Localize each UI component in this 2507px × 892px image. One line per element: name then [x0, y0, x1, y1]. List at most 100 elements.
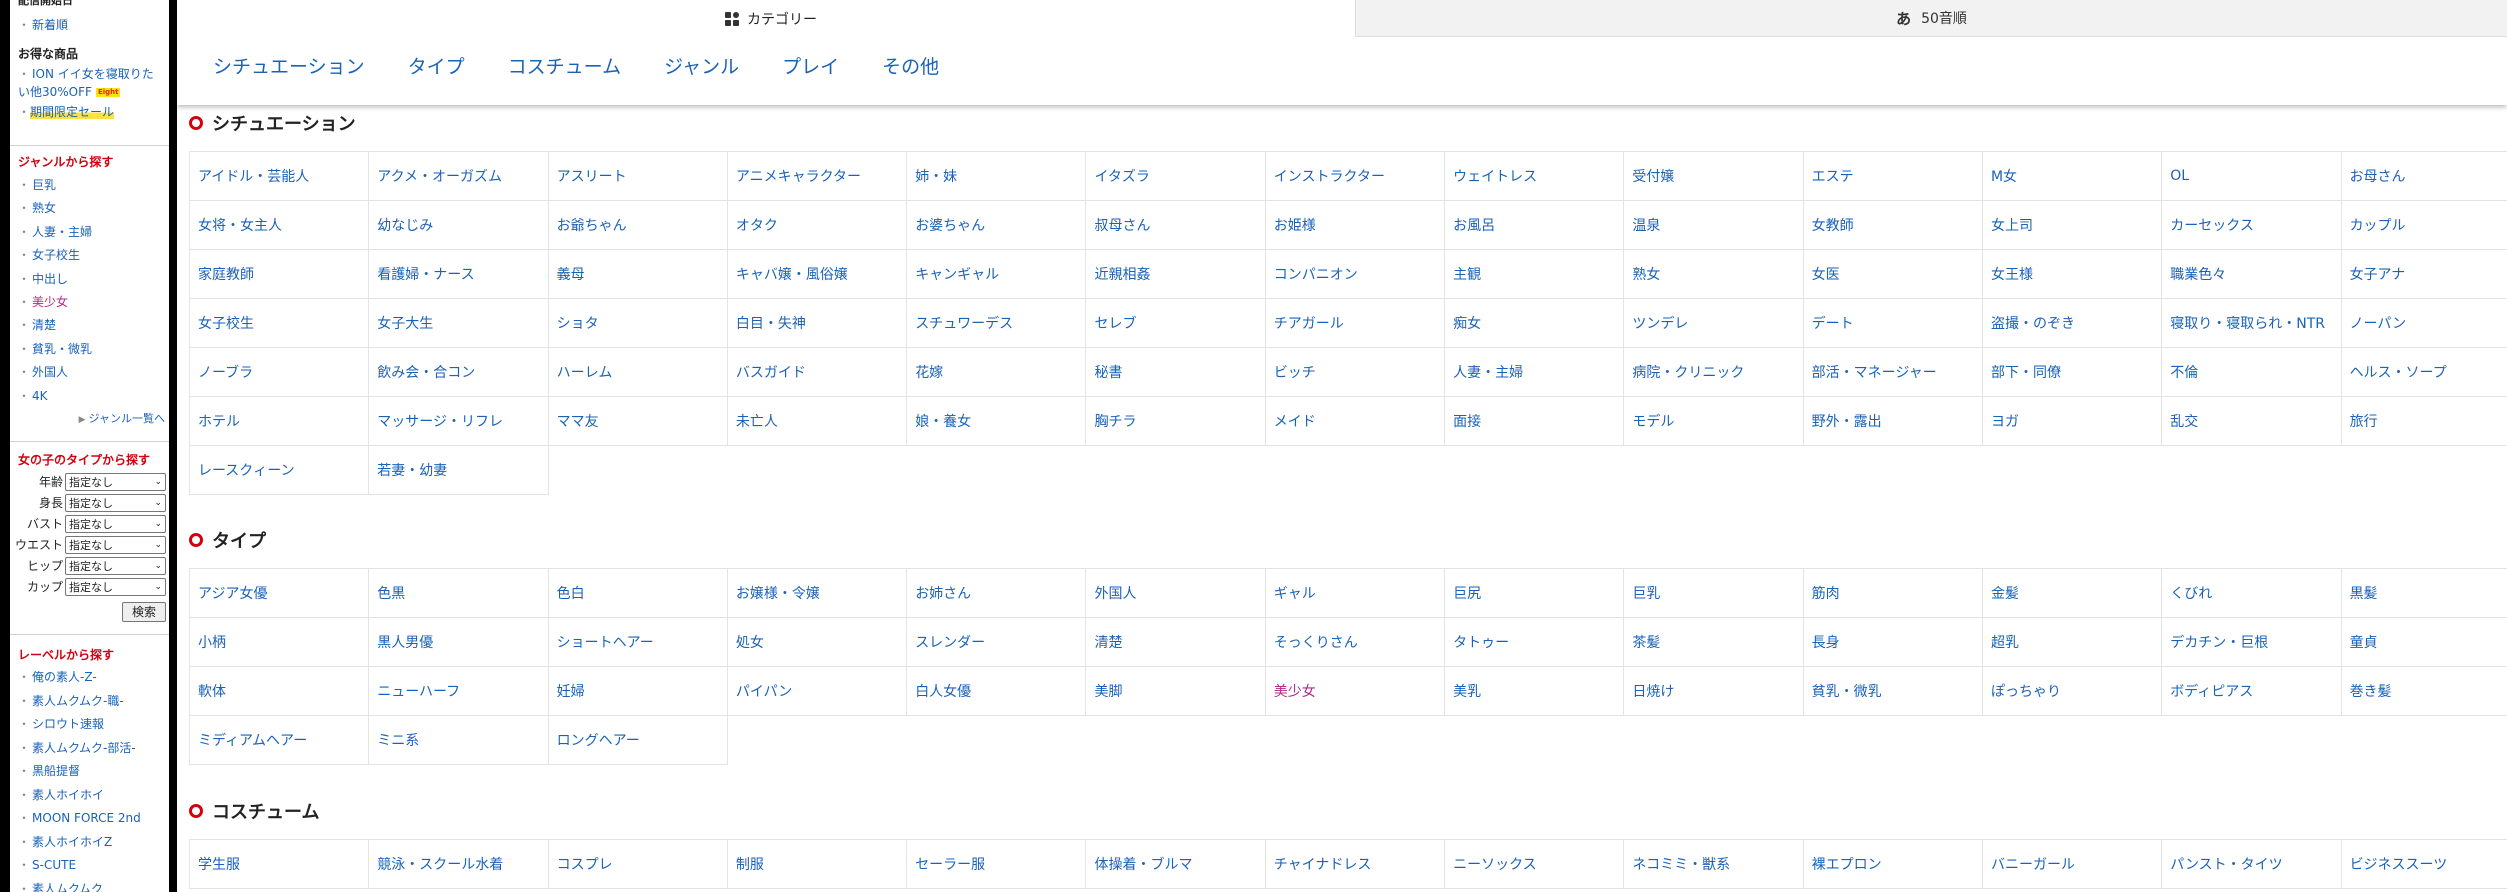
search-button[interactable]: 検索 [122, 602, 166, 622]
category-link[interactable]: アスリート [548, 152, 728, 201]
category-link[interactable]: お姫様 [1265, 201, 1446, 250]
category-link[interactable]: ホテル [190, 397, 370, 446]
category-link[interactable]: ショタ [548, 299, 728, 348]
category-link[interactable]: 体操着・ブルマ [1086, 840, 1266, 889]
category-link[interactable]: ボディピアス [2162, 667, 2342, 716]
category-link[interactable]: 貧乳・微乳 [1803, 667, 1983, 716]
category-link[interactable]: 部下・同僚 [1982, 348, 2163, 397]
category-link[interactable]: 秘書 [1086, 348, 1266, 397]
genre-more-link[interactable]: ▶ ジャンル一覧へ [10, 410, 169, 426]
category-link[interactable]: 主観 [1445, 250, 1625, 299]
category-link[interactable]: 妊婦 [548, 667, 728, 716]
category-link[interactable]: ぽっちゃり [1982, 667, 2163, 716]
category-link[interactable]: 近親相姦 [1086, 250, 1266, 299]
category-link[interactable]: キャンギャル [907, 250, 1087, 299]
category-link[interactable]: 美乳 [1445, 667, 1625, 716]
category-link[interactable]: ハーレム [548, 348, 728, 397]
category-link[interactable]: ヨガ [1982, 397, 2163, 446]
category-link[interactable]: 制服 [727, 840, 908, 889]
category-link[interactable]: イタズラ [1086, 152, 1266, 201]
category-link[interactable]: 盗撮・のぞき [1982, 299, 2163, 348]
category-link[interactable]: 白人女優 [907, 667, 1087, 716]
category-link[interactable]: ニーソックス [1445, 840, 1625, 889]
label-link[interactable]: ・素人ムクムク-職- [10, 690, 169, 714]
category-link[interactable]: ミニ系 [369, 716, 549, 765]
category-link[interactable]: お爺ちゃん [548, 201, 728, 250]
genre-link[interactable]: ・人妻・主婦 [10, 221, 169, 244]
genre-link[interactable]: ・ 4K [10, 385, 169, 408]
category-link[interactable]: 軟体 [190, 667, 370, 716]
category-link[interactable]: 女子校生 [190, 299, 370, 348]
catnav-link[interactable]: タイプ [408, 52, 465, 79]
category-link[interactable]: 旅行 [2341, 397, 2507, 446]
category-link[interactable]: 飲み会・合コン [369, 348, 549, 397]
category-link[interactable]: 女将・女主人 [190, 201, 370, 250]
type-filter-select[interactable]: 指定なし ⌄ [65, 535, 166, 554]
category-link[interactable]: アクメ・オーガズム [369, 152, 549, 201]
category-link[interactable]: 熟女 [1624, 250, 1804, 299]
category-link[interactable]: 叔母さん [1086, 201, 1266, 250]
catnav-link[interactable]: その他 [882, 52, 939, 79]
category-link[interactable]: ロングヘアー [548, 716, 728, 765]
category-link[interactable]: 姉・妹 [907, 152, 1087, 201]
category-link[interactable]: 若妻・幼妻 [369, 446, 549, 495]
category-link[interactable]: コンパニオン [1265, 250, 1446, 299]
category-link[interactable]: ショートヘアー [548, 618, 728, 667]
type-filter-select[interactable]: 指定なし ⌄ [65, 556, 166, 575]
category-link[interactable]: 黒人男優 [369, 618, 549, 667]
category-link[interactable]: 筋肉 [1803, 569, 1983, 618]
category-link[interactable]: 幼なじみ [369, 201, 549, 250]
catnav-link[interactable]: コスチューム [508, 52, 621, 79]
category-link[interactable]: チアガール [1265, 299, 1446, 348]
category-link[interactable]: 白目・失神 [727, 299, 908, 348]
category-link[interactable]: ビッチ [1265, 348, 1446, 397]
label-link[interactable]: ・ S-CUTE [10, 854, 169, 878]
genre-link[interactable]: ・熟女 [10, 197, 169, 220]
category-link[interactable]: スチュワーデス [907, 299, 1087, 348]
type-filter-select[interactable]: 指定なし ⌄ [65, 472, 166, 491]
category-link[interactable]: 胸チラ [1086, 397, 1266, 446]
category-link[interactable]: 茶髪 [1624, 618, 1804, 667]
category-link[interactable]: 長身 [1803, 618, 1983, 667]
category-link[interactable]: 寝取り・寝取られ・NTR [2162, 299, 2342, 348]
category-link[interactable]: 清楚 [1086, 618, 1266, 667]
category-link[interactable]: ミディアムヘアー [190, 716, 370, 765]
category-link[interactable]: デカチン・巨根 [2162, 618, 2342, 667]
category-link[interactable]: 不倫 [2162, 348, 2342, 397]
category-link[interactable]: ママ友 [548, 397, 728, 446]
category-link[interactable]: 巨尻 [1445, 569, 1625, 618]
category-link[interactable]: お姉さん [907, 569, 1087, 618]
category-link[interactable]: 競泳・スクール水着 [369, 840, 549, 889]
category-link[interactable]: 日焼け [1624, 667, 1804, 716]
category-link[interactable]: バスガイド [727, 348, 908, 397]
category-link[interactable]: 女上司 [1982, 201, 2163, 250]
category-link[interactable]: 部活・マネージャー [1803, 348, 1983, 397]
label-link[interactable]: ・シロウト速報 [10, 713, 169, 737]
label-link[interactable]: ・黒船提督 [10, 760, 169, 784]
label-link[interactable]: ・素人ホイホイ [10, 784, 169, 808]
category-link[interactable]: 義母 [548, 250, 728, 299]
category-link[interactable]: お嬢様・令嬢 [727, 569, 908, 618]
category-link[interactable]: アニメキャラクター [727, 152, 908, 201]
label-link[interactable]: ・素人ムクムク-部活- [10, 737, 169, 761]
label-link[interactable]: ・素人ホイホイZ [10, 831, 169, 855]
category-link[interactable]: アイドル・芸能人 [190, 152, 370, 201]
category-link[interactable]: OL [2162, 152, 2342, 201]
category-link[interactable]: デート [1803, 299, 1983, 348]
category-link[interactable]: メイド [1265, 397, 1446, 446]
genre-link[interactable]: ・中出し [10, 268, 169, 291]
category-link[interactable]: お風呂 [1445, 201, 1625, 250]
tab-kana-order[interactable]: あ 50音順 [1355, 0, 2507, 37]
category-link[interactable]: カップル [2341, 201, 2507, 250]
category-link[interactable]: チャイナドレス [1265, 840, 1446, 889]
category-link[interactable]: 裸エプロン [1803, 840, 1983, 889]
label-link[interactable]: ・素人ムクムク [10, 878, 169, 892]
category-link[interactable]: 野外・露出 [1803, 397, 1983, 446]
category-link[interactable]: 小柄 [190, 618, 370, 667]
category-link[interactable]: 人妻・主婦 [1445, 348, 1625, 397]
genre-link[interactable]: ・美少女 [10, 291, 169, 314]
category-link[interactable]: くびれ [2162, 569, 2342, 618]
category-link[interactable]: セレブ [1086, 299, 1266, 348]
category-link[interactable]: お母さん [2341, 152, 2507, 201]
category-link[interactable]: 学生服 [190, 840, 370, 889]
